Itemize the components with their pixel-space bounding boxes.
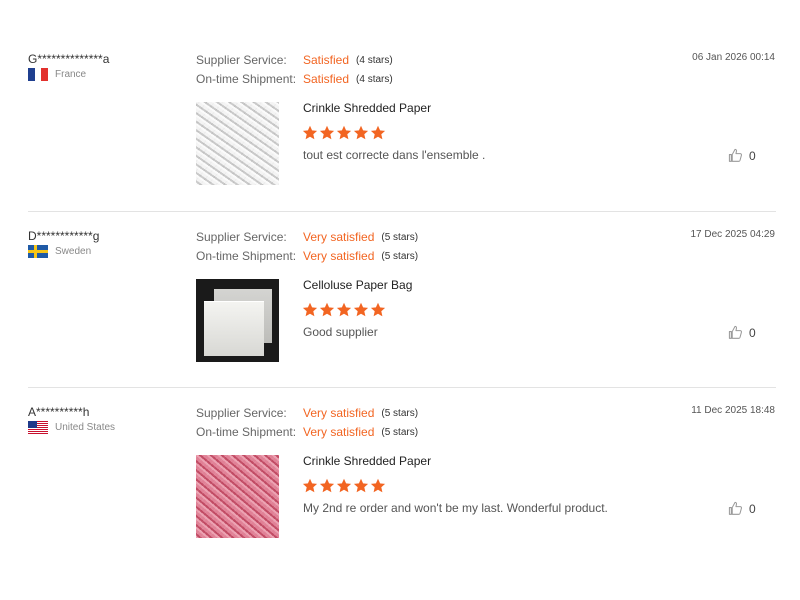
ontime-shipment-value: Very satisfied (303, 249, 375, 263)
star-icon (336, 302, 352, 317)
review-date: 06 Jan 2026 00:14 (692, 52, 775, 63)
country-name: United States (55, 421, 116, 433)
supplier-service-rating: Supplier Service: Very satisfied (5 star… (196, 229, 418, 245)
buyer-name: A**********h (28, 405, 90, 419)
product-title[interactable]: Crinkle Shredded Paper (303, 454, 431, 468)
supplier-service-rating: Supplier Service: Satisfied (4 stars) (196, 52, 393, 68)
ontime-shipment-rating: On-time Shipment: Satisfied (4 stars) (196, 71, 393, 87)
ontime-shipment-value: Very satisfied (303, 425, 375, 439)
supplier-service-value: Satisfied (303, 53, 350, 67)
product-thumbnail[interactable] (196, 279, 279, 362)
review-comment: Good supplier (303, 325, 378, 339)
buyer-country: United States (28, 420, 115, 434)
country-name: Sweden (55, 245, 92, 257)
star-icon (302, 302, 318, 317)
star-rating (302, 125, 386, 141)
review-comment: tout est correcte dans l'ensemble . (303, 148, 486, 162)
star-rating (302, 302, 386, 318)
helpful-button[interactable]: 0 (728, 325, 756, 340)
product-title[interactable]: Celloluse Paper Bag (303, 278, 412, 292)
france-flag-icon (28, 67, 48, 81)
helpful-button[interactable]: 0 (728, 501, 756, 516)
sweden-flag-icon (28, 244, 48, 258)
helpful-count: 0 (749, 501, 756, 516)
star-icon (302, 478, 318, 493)
supplier-service-stars: (4 stars) (356, 54, 393, 66)
buyer-country: Sweden (28, 244, 91, 258)
ontime-shipment-rating: On-time Shipment: Very satisfied (5 star… (196, 424, 418, 440)
star-icon (370, 125, 386, 140)
review-item: A**********h United States Supplier Serv… (0, 405, 800, 545)
star-icon (336, 125, 352, 140)
ontime-shipment-rating: On-time Shipment: Very satisfied (5 star… (196, 248, 418, 264)
review-divider (28, 387, 776, 388)
star-icon (353, 125, 369, 140)
star-icon (302, 125, 318, 140)
supplier-service-stars: (5 stars) (381, 231, 419, 243)
supplier-service-label: Supplier Service: (196, 230, 287, 244)
supplier-service-stars: (5 stars) (381, 407, 419, 419)
helpful-count: 0 (749, 325, 756, 340)
ontime-shipment-stars: (5 stars) (381, 250, 419, 262)
buyer-name: G**************a (28, 52, 110, 66)
review-date: 17 Dec 2025 04:29 (690, 229, 775, 240)
star-icon (370, 302, 386, 317)
product-thumbnail[interactable] (196, 102, 279, 185)
star-icon (353, 478, 369, 493)
country-name: France (55, 68, 87, 80)
supplier-service-label: Supplier Service: (196, 406, 287, 420)
supplier-service-rating: Supplier Service: Very satisfied (5 star… (196, 405, 418, 421)
review-item: G**************a France Supplier Service… (0, 52, 800, 192)
review-date: 11 Dec 2025 18:48 (691, 405, 775, 416)
star-icon (370, 478, 386, 493)
star-icon (353, 302, 369, 317)
helpful-count: 0 (749, 148, 756, 163)
star-rating (302, 478, 386, 494)
helpful-button[interactable]: 0 (728, 148, 756, 163)
thumbs-up-icon (728, 148, 743, 163)
ontime-shipment-label: On-time Shipment: (196, 72, 297, 86)
thumbs-up-icon (728, 325, 743, 340)
supplier-service-value: Very satisfied (303, 230, 375, 244)
star-icon (319, 478, 335, 493)
buyer-name: D************g (28, 229, 100, 243)
product-thumbnail[interactable] (196, 455, 279, 538)
ontime-shipment-value: Satisfied (303, 72, 350, 86)
review-divider (28, 211, 776, 212)
star-icon (336, 478, 352, 493)
star-icon (319, 125, 335, 140)
usa-flag-icon (28, 420, 48, 434)
star-icon (319, 302, 335, 317)
ontime-shipment-stars: (5 stars) (381, 426, 419, 438)
review-comment: My 2nd re order and won't be my last. Wo… (303, 501, 608, 515)
supplier-service-value: Very satisfied (303, 406, 375, 420)
buyer-country: France (28, 67, 86, 81)
ontime-shipment-stars: (4 stars) (356, 73, 393, 85)
ontime-shipment-label: On-time Shipment: (196, 249, 297, 263)
review-item: D************g Sweden Supplier Service: … (0, 229, 800, 369)
thumbs-up-icon (728, 501, 743, 516)
product-title[interactable]: Crinkle Shredded Paper (303, 101, 431, 115)
ontime-shipment-label: On-time Shipment: (196, 425, 297, 439)
supplier-service-label: Supplier Service: (196, 53, 287, 67)
